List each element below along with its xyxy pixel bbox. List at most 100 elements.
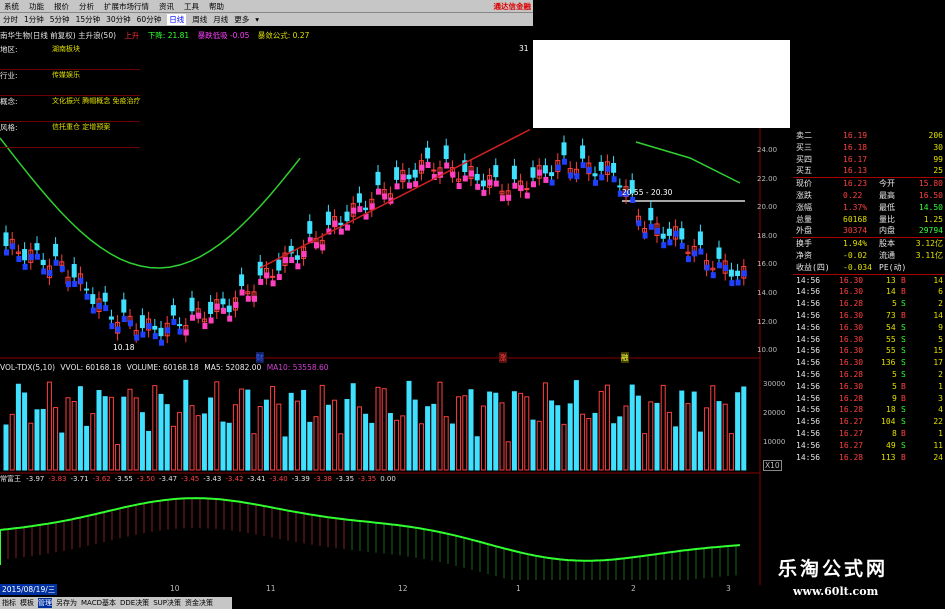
ind-title: 常富王 bbox=[0, 475, 21, 483]
ind-value: -3.38 bbox=[313, 475, 332, 483]
menu-analysis[interactable]: 分析 bbox=[79, 1, 94, 12]
ind-value: -3.39 bbox=[291, 475, 310, 483]
menu-news[interactable]: 资讯 bbox=[159, 1, 174, 12]
quote-stat-value2: 15.80 bbox=[918, 179, 943, 189]
tick-volume: 55 bbox=[886, 334, 896, 344]
bottom-tab[interactable]: 管理 bbox=[38, 598, 52, 608]
fundamental-row: 行业: 传媒娱乐 bbox=[0, 70, 140, 96]
menu-help[interactable]: 帮助 bbox=[209, 1, 224, 12]
menu-system[interactable]: 系统 bbox=[4, 1, 19, 12]
tick-price: 16.30 bbox=[839, 346, 864, 356]
quote-stat: 总量 60168 量比 1.25 bbox=[793, 214, 945, 226]
quote-stat2-value2: 3.11亿 bbox=[915, 250, 943, 260]
quote-stat2-label: 净资 bbox=[796, 250, 812, 260]
quote-stat: 现价 16.23 今开 15.80 bbox=[793, 178, 945, 190]
stock-fundamentals: 地区: 湖南板块 行业: 传媒娱乐 概念: 文化振兴 腾帽概念 免疫治疗 风格: 信托重仓 定… bbox=[0, 44, 140, 148]
period-5min[interactable]: 5分钟 bbox=[50, 14, 70, 25]
period-60min[interactable]: 60分钟 bbox=[137, 14, 162, 25]
bottom-tab[interactable]: SUP决策 bbox=[153, 598, 181, 608]
price-tick: 12.00 bbox=[757, 317, 778, 326]
bottom-tab[interactable]: DDE决策 bbox=[120, 598, 149, 608]
period-15min[interactable]: 15分钟 bbox=[76, 14, 101, 25]
volume-tick: 10000 bbox=[763, 438, 786, 446]
tick-direction: S bbox=[901, 358, 906, 368]
quote-stat-label2: 内盘 bbox=[879, 226, 895, 236]
tick-time: 14:56 bbox=[796, 381, 821, 391]
period-30min[interactable]: 30分钟 bbox=[106, 14, 131, 25]
bottom-tab[interactable]: 指标 bbox=[2, 598, 16, 608]
quote-stat: 涨幅 1.37% 最低 14.50 bbox=[793, 202, 945, 214]
quote-stat-value: 60168 bbox=[843, 214, 868, 224]
menu-quote[interactable]: 报价 bbox=[54, 1, 69, 12]
tick-price: 16.28 bbox=[839, 405, 864, 415]
tick-row: 14:56 16.30 13 B 14 bbox=[793, 275, 945, 287]
x-tick: 1 bbox=[516, 584, 521, 593]
volume-header: VOL-TDX(5,10) VVOL: 60168.18 VOLUME: 601… bbox=[0, 363, 329, 372]
tick-time: 14:56 bbox=[796, 405, 821, 415]
period-weekly[interactable]: 周线 bbox=[192, 14, 207, 25]
period-intraday[interactable]: 分时 bbox=[3, 14, 18, 25]
moving-average-lines bbox=[0, 128, 741, 269]
quote-panel: 卖二 16.19 206 买三 16.18 30 买四 16.17 99 买五 16.13 25 现价 1… bbox=[793, 130, 945, 545]
bottom-tab[interactable]: MACD基本 bbox=[81, 598, 116, 608]
quote-stat-value2: 14.50 bbox=[918, 202, 943, 212]
quote-stat-value: 30374 bbox=[843, 226, 868, 236]
tick-volume: 54 bbox=[886, 322, 896, 332]
tick-row: 14:56 16.28 9 B 3 bbox=[793, 393, 945, 405]
quote-stat2-label2: 流通 bbox=[879, 250, 895, 260]
tick-time: 14:56 bbox=[796, 358, 821, 368]
watermark-title: 乐淘公式网 bbox=[778, 558, 889, 580]
bottom-tab[interactable]: 另存为 bbox=[56, 598, 77, 608]
tick-count: 22 bbox=[933, 417, 943, 427]
tick-time: 14:56 bbox=[796, 393, 821, 403]
bid-row-label: 买四 bbox=[796, 154, 812, 164]
ind-value: -3.71 bbox=[70, 475, 89, 483]
x-tick: 12 bbox=[398, 584, 408, 593]
period-monthly[interactable]: 月线 bbox=[213, 14, 228, 25]
marker-rise[interactable]: 涨 bbox=[499, 352, 507, 363]
bid-row-value: 16.13 bbox=[843, 166, 868, 176]
x-tick: 3 bbox=[726, 584, 731, 593]
period-1min[interactable]: 1分钟 bbox=[24, 14, 44, 25]
date-axis: 2015/08/19/三 10 11 12 1 2 3 bbox=[0, 584, 762, 596]
chevron-down-icon[interactable]: ▾ bbox=[255, 15, 259, 24]
fundamental-label: 地区: bbox=[0, 45, 18, 54]
bid-row-value: 16.19 bbox=[843, 131, 868, 140]
tick-direction: B bbox=[901, 452, 906, 462]
tick-count: 4 bbox=[938, 405, 943, 415]
quote-stat2: 收益(四) -0.034 PE(动) bbox=[793, 262, 945, 274]
ind-value: -3.47 bbox=[158, 475, 178, 483]
tick-direction: S bbox=[901, 405, 906, 415]
tick-direction: S bbox=[901, 369, 906, 379]
menu-tools[interactable]: 工具 bbox=[184, 1, 199, 12]
bid-row: 买四 16.17 99 bbox=[793, 154, 945, 166]
tick-price: 16.28 bbox=[839, 452, 864, 462]
quote-stat2-label2: PE(动) bbox=[879, 262, 907, 272]
bid-row-label: 卖二 bbox=[796, 131, 812, 140]
quote-stat-value: 0.22 bbox=[843, 190, 863, 200]
tick-count: 2 bbox=[938, 369, 943, 379]
menu-extended-market[interactable]: 扩展市场行情 bbox=[104, 1, 149, 12]
ind-value: -3.55 bbox=[114, 475, 133, 483]
ind-value: -3.62 bbox=[92, 475, 111, 483]
period-more[interactable]: 更多 bbox=[234, 14, 249, 25]
tick-volume: 9 bbox=[892, 393, 897, 403]
tick-price: 16.30 bbox=[839, 334, 864, 344]
period-daily[interactable]: 日线 bbox=[167, 14, 187, 25]
marker-finance[interactable]: 财 bbox=[256, 352, 264, 363]
tick-price: 16.30 bbox=[839, 310, 864, 320]
info-formula: 暴敛公式: 0.27 bbox=[257, 31, 310, 40]
menu-function[interactable]: 功能 bbox=[29, 1, 44, 12]
marker-margin[interactable]: 融 bbox=[621, 352, 629, 363]
quote-stat2-label: 收益(四) bbox=[796, 262, 830, 272]
bottom-tab[interactable]: 资金决策 bbox=[185, 598, 213, 608]
tick-volume: 5 bbox=[892, 299, 897, 309]
bottom-tab[interactable]: 模板 bbox=[20, 598, 34, 608]
tick-row: 14:56 16.30 73 B 14 bbox=[793, 310, 945, 322]
tick-direction: S bbox=[901, 440, 906, 450]
quote-stat-label2: 最低 bbox=[879, 202, 895, 212]
price-tick: 24.00 bbox=[757, 146, 778, 154]
quote-stat-value2: 16.50 bbox=[918, 190, 943, 200]
ind-value: -3.45 bbox=[181, 475, 200, 483]
tick-time: 14:56 bbox=[796, 428, 821, 438]
